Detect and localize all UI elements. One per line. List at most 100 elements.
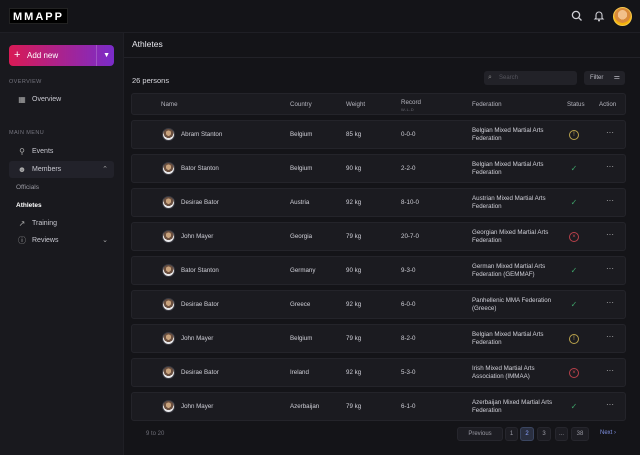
status-ok-icon: ✓ <box>570 198 578 207</box>
athlete-record: 9-3-0 <box>401 267 416 274</box>
sidebar-subitem-officials[interactable]: Officials <box>16 184 39 191</box>
status-ok-icon: ✓ <box>570 402 578 411</box>
column-header-name[interactable]: Name <box>161 101 178 108</box>
search-input[interactable]: ⌕ Search <box>484 71 577 85</box>
events-icon: ⚲ <box>19 147 25 156</box>
sidebar-item-label: Members <box>32 166 62 173</box>
table-header: Name Country Weight Record W-L-D Federat… <box>131 93 626 115</box>
more-actions-icon[interactable]: ··· <box>606 264 614 273</box>
record-label: Record <box>401 99 421 106</box>
athlete-avatar <box>162 264 175 277</box>
athlete-avatar <box>162 332 175 345</box>
sidebar-item-members[interactable]: ☻ Members ⌃ <box>9 161 114 178</box>
athlete-avatar <box>162 400 175 413</box>
table-row[interactable]: John Mayer Georgia 79 kg 20-7-0 Georgian Mix… <box>131 222 626 251</box>
table-row[interactable]: Desirae Bator Austria 92 kg 8-10-0 Austrian … <box>131 188 626 217</box>
athlete-name: Desirae Bator <box>181 199 219 206</box>
column-header-country[interactable]: Country <box>290 101 312 108</box>
athlete-country: Belgium <box>290 335 313 342</box>
athlete-country: Belgium <box>290 131 313 138</box>
page-3-button[interactable]: 3 <box>537 427 551 441</box>
athlete-federation: Belgian Mixed Martial Arts Federation <box>472 331 544 346</box>
more-actions-icon[interactable]: ··· <box>606 298 614 307</box>
athlete-record: 6-0-0 <box>401 301 416 308</box>
athlete-record: 8-2-0 <box>401 335 416 342</box>
athlete-country: Austria <box>290 199 310 206</box>
athlete-avatar <box>162 366 175 379</box>
table-row[interactable]: John Mayer Belgium 79 kg 8-2-0 Belgian Mixed… <box>131 324 626 353</box>
athlete-weight: 92 kg <box>346 301 362 308</box>
more-actions-icon[interactable]: ··· <box>606 366 614 375</box>
page-38-button[interactable]: 38 <box>571 427 589 441</box>
top-bar: MMAPP <box>0 0 640 33</box>
athlete-record: 5-3-0 <box>401 369 416 376</box>
sidebar-item-reviews[interactable]: ⓘ Reviews ⌄ <box>9 232 114 249</box>
status-error-icon: × <box>569 368 579 378</box>
more-actions-icon[interactable]: ··· <box>606 230 614 239</box>
page-title: Athletes <box>132 39 163 49</box>
table-row[interactable]: Bator Stanton Germany 90 kg 9-3-0 German Mix… <box>131 256 626 285</box>
athlete-avatar <box>162 230 175 243</box>
app-logo[interactable]: MMAPP <box>9 8 68 24</box>
table-row[interactable]: Desirae Bator Ireland 92 kg 5-3-0 Irish Mixe… <box>131 358 626 387</box>
athlete-avatar <box>162 196 175 209</box>
athlete-record: 8-10-0 <box>401 199 419 206</box>
athlete-weight: 92 kg <box>346 199 362 206</box>
more-actions-icon[interactable]: ··· <box>606 332 614 341</box>
athlete-federation: Panhellenic MMA Federation (Greece) <box>472 297 552 312</box>
sidebar-item-overview[interactable]: ▦ Overview <box>9 91 114 108</box>
column-header-record[interactable]: Record W-L-D <box>401 99 421 112</box>
page-1-button[interactable]: 1 <box>505 427 518 441</box>
sidebar-item-training[interactable]: ↗ Training <box>9 215 114 232</box>
bell-icon[interactable] <box>592 9 606 23</box>
user-avatar[interactable] <box>613 7 632 26</box>
athletes-table: Name Country Weight Record W-L-D Federat… <box>131 93 626 421</box>
sidebar-item-events[interactable]: ⚲ Events <box>9 143 114 160</box>
athlete-country: Azerbaijan <box>290 403 320 410</box>
table-body: Abram Stanton Belgium 85 kg 0-0-0 Belgian Mi… <box>131 120 626 421</box>
athlete-name: Desirae Bator <box>181 369 219 376</box>
athlete-name: Bator Stanton <box>181 165 219 172</box>
main-menu-section-title: MAIN MENU <box>9 130 45 136</box>
table-row[interactable]: Desirae Bator Greece 92 kg 6-0-0 Panhellenic… <box>131 290 626 319</box>
next-label: Next <box>599 430 613 436</box>
more-actions-icon[interactable]: ··· <box>606 162 614 171</box>
button-separator <box>96 45 97 66</box>
more-actions-icon[interactable]: ··· <box>606 128 614 137</box>
athlete-name: Abram Stanton <box>181 131 223 138</box>
search-icon[interactable] <box>570 9 584 23</box>
more-actions-icon[interactable]: ··· <box>606 196 614 205</box>
table-row[interactable]: Bator Stanton Belgium 90 kg 2-2-0 Belgian Mi… <box>131 154 626 183</box>
table-row[interactable]: Abram Stanton Belgium 85 kg 0-0-0 Belgian Mi… <box>131 120 626 149</box>
chevron-down-icon[interactable]: ▼ <box>103 45 110 66</box>
persons-count: 26 persons <box>132 76 170 85</box>
athlete-weight: 79 kg <box>346 403 362 410</box>
athlete-name: John Mayer <box>181 403 214 410</box>
athlete-name: Bator Stanton <box>181 267 219 274</box>
sidebar-item-label: Overview <box>32 96 62 103</box>
sidebar-item-label: Training <box>32 220 58 227</box>
athlete-federation: Azerbaijan Mixed Martial Arts Federation <box>472 399 553 414</box>
plus-icon: + <box>14 49 21 61</box>
add-new-button[interactable]: + Add new ▼ <box>9 45 114 66</box>
more-actions-icon[interactable]: ··· <box>606 400 614 409</box>
column-header-weight[interactable]: Weight <box>346 101 365 108</box>
athlete-weight: 90 kg <box>346 165 362 172</box>
athlete-federation: Austrian Mixed Martial Arts Federation <box>472 195 546 210</box>
page-ellipsis: ... <box>555 427 568 441</box>
column-header-status[interactable]: Status <box>567 101 585 108</box>
previous-page-button[interactable]: Previous <box>457 427 503 441</box>
athlete-federation: Belgian Mixed Martial Arts Federation <box>472 127 544 142</box>
next-page-button[interactable]: Next › <box>592 427 624 441</box>
pagination-range: 9 to 20 <box>146 431 165 437</box>
sliders-icon: ⚌ <box>613 74 620 81</box>
athlete-avatar <box>162 162 175 175</box>
table-row[interactable]: John Mayer Azerbaijan 79 kg 6-1-0 Azerbaijan… <box>131 392 626 421</box>
filter-button[interactable]: Filter ⚌ <box>584 71 625 85</box>
column-header-federation[interactable]: Federation <box>472 101 502 108</box>
athlete-federation: Belgian Mixed Martial Arts Federation <box>472 161 544 176</box>
athlete-weight: 79 kg <box>346 335 362 342</box>
sidebar-subitem-athletes[interactable]: Athletes <box>16 202 42 209</box>
athlete-federation: Georgian Mixed Martial Arts Federation <box>472 229 549 244</box>
page-2-button[interactable]: 2 <box>520 427 534 441</box>
